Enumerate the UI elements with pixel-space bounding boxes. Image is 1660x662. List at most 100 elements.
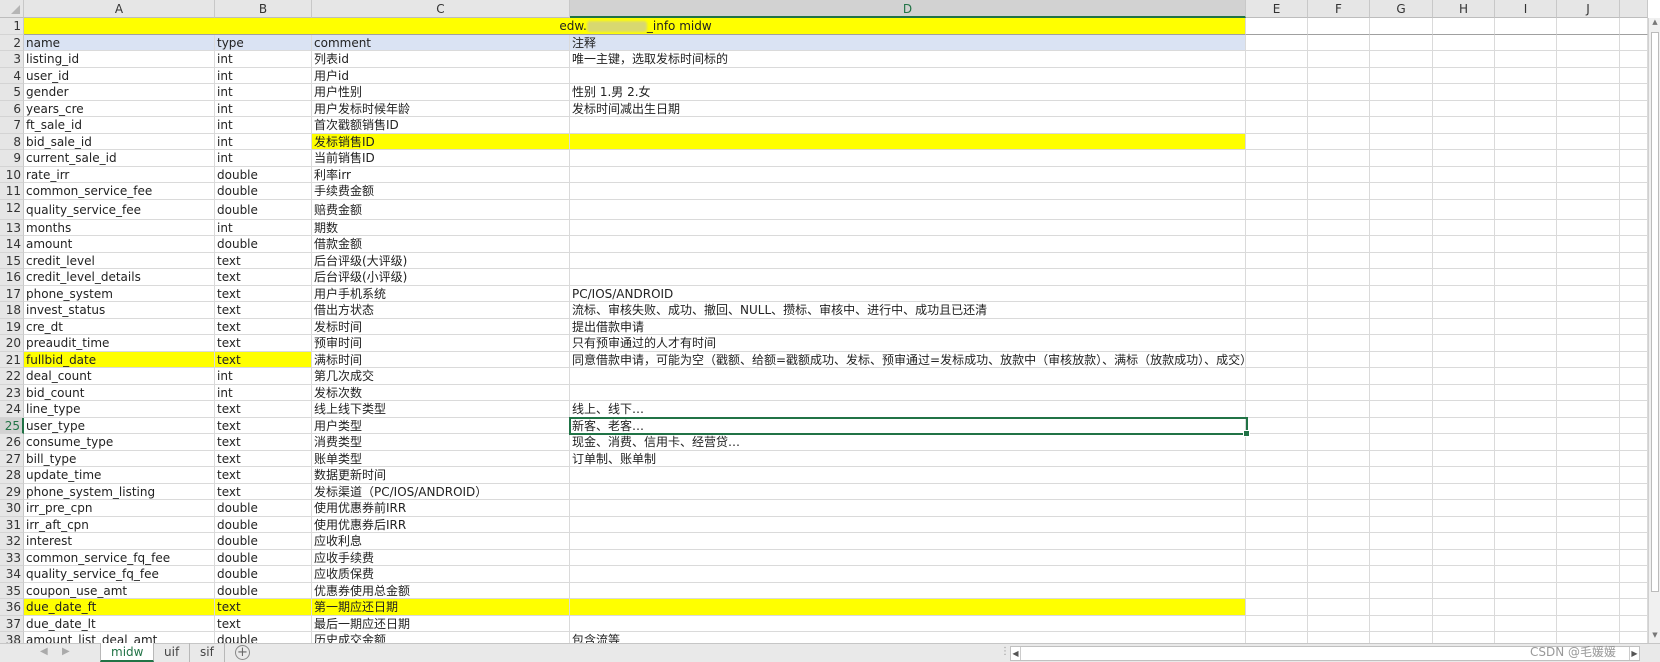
cell-type[interactable]: int — [215, 150, 312, 167]
cell-comment[interactable]: 借出方状态 — [312, 302, 570, 319]
cell-comment[interactable]: 应收利息 — [312, 533, 570, 550]
cell[interactable] — [1370, 18, 1433, 35]
cell[interactable] — [1620, 252, 1648, 269]
cell[interactable] — [1433, 67, 1495, 84]
cell[interactable] — [1246, 533, 1308, 550]
cell[interactable] — [1246, 100, 1308, 117]
row-header[interactable]: 17 — [0, 285, 24, 302]
cell-comment[interactable]: 应收质保费 — [312, 566, 570, 583]
row-header[interactable]: 32 — [0, 533, 24, 550]
cell[interactable] — [1308, 269, 1370, 286]
cell[interactable] — [1308, 219, 1370, 236]
cell[interactable] — [1495, 302, 1557, 319]
cell-type[interactable]: int — [215, 84, 312, 101]
cell[interactable] — [1620, 67, 1648, 84]
cell[interactable] — [1308, 450, 1370, 467]
cell-comment[interactable]: 数据更新时间 — [312, 467, 570, 484]
cell-name[interactable]: years_cre — [24, 100, 215, 117]
vertical-scrollbar[interactable]: ▲ ▼ — [1648, 18, 1660, 643]
column-header[interactable]: F — [1308, 0, 1370, 18]
cell[interactable] — [1308, 100, 1370, 117]
cell[interactable] — [1620, 632, 1648, 643]
cell[interactable] — [1308, 351, 1370, 368]
cell[interactable] — [1246, 566, 1308, 583]
cell-type[interactable]: int — [215, 368, 312, 385]
cell-note[interactable]: 同意借款申请，可能为空（戳额、给额=戳额成功、发标、预审通过=发标成功、放款中（… — [570, 351, 1252, 368]
cell[interactable] — [1433, 269, 1495, 286]
cell-type[interactable]: double — [215, 516, 312, 533]
cell-type[interactable]: text — [215, 269, 312, 286]
cell[interactable] — [1370, 84, 1433, 101]
cell[interactable] — [1620, 368, 1648, 385]
cell[interactable] — [1620, 351, 1648, 368]
row-header[interactable]: 36 — [0, 599, 24, 616]
cell-name[interactable]: common_service_fq_fee — [24, 549, 215, 566]
cell[interactable] — [1308, 549, 1370, 566]
cell[interactable] — [1308, 84, 1370, 101]
cell-comment[interactable]: 后台评级(大评级) — [312, 252, 570, 269]
cell[interactable] — [1246, 117, 1308, 134]
cell[interactable] — [1433, 166, 1495, 183]
cell-note[interactable] — [570, 252, 1246, 269]
cell[interactable] — [1370, 133, 1433, 150]
cell[interactable] — [1620, 417, 1648, 434]
cell-type[interactable]: text — [215, 351, 312, 368]
cell-comment[interactable]: 历史成交金额 — [312, 632, 570, 643]
cell-type[interactable]: int — [215, 67, 312, 84]
row-header[interactable]: 21 — [0, 351, 24, 368]
cell[interactable] — [1495, 582, 1557, 599]
cell[interactable] — [1495, 335, 1557, 352]
cell-name[interactable]: rate_irr — [24, 166, 215, 183]
cell[interactable] — [1246, 417, 1308, 434]
cell[interactable] — [1433, 199, 1495, 220]
cell-comment[interactable]: 发标销售ID — [312, 133, 570, 150]
cell-type[interactable]: double — [215, 199, 312, 220]
header-comment[interactable]: comment — [312, 34, 570, 51]
cell-note[interactable] — [570, 549, 1246, 566]
cell[interactable] — [1433, 219, 1495, 236]
row-header[interactable]: 27 — [0, 450, 24, 467]
cell-type[interactable]: text — [215, 318, 312, 335]
cell-note[interactable] — [570, 566, 1246, 583]
cell[interactable] — [1620, 51, 1648, 68]
cell[interactable] — [1495, 483, 1557, 500]
header-note[interactable]: 注释 — [570, 34, 1246, 51]
cell[interactable] — [1557, 318, 1620, 335]
cell-type[interactable]: text — [215, 434, 312, 451]
cell[interactable] — [1246, 199, 1308, 220]
sheet-tab-midw[interactable]: midw — [100, 643, 155, 662]
row-header[interactable]: 23 — [0, 384, 24, 401]
cell-note[interactable]: 发标时间减出生日期 — [570, 100, 1246, 117]
cell[interactable] — [1557, 34, 1620, 51]
cell[interactable] — [1370, 285, 1433, 302]
cell[interactable] — [1495, 632, 1557, 643]
cell[interactable] — [1370, 34, 1433, 51]
cell-comment[interactable]: 首次戳额销售ID — [312, 117, 570, 134]
row-header[interactable]: 8 — [0, 133, 24, 150]
cell[interactable] — [1433, 615, 1495, 632]
row-header[interactable]: 1 — [0, 18, 24, 35]
cell[interactable] — [1370, 67, 1433, 84]
cell[interactable] — [1620, 434, 1648, 451]
column-header[interactable]: G — [1370, 0, 1433, 18]
cell[interactable] — [1370, 302, 1433, 319]
cell-type[interactable]: text — [215, 401, 312, 418]
cell[interactable] — [1620, 166, 1648, 183]
cell-name[interactable]: coupon_use_amt — [24, 582, 215, 599]
cell-name[interactable]: bid_sale_id — [24, 133, 215, 150]
cell[interactable] — [1308, 533, 1370, 550]
cell[interactable] — [1370, 269, 1433, 286]
cell[interactable] — [1308, 566, 1370, 583]
cell[interactable] — [1246, 67, 1308, 84]
cell-note[interactable] — [570, 183, 1246, 200]
cell[interactable] — [1370, 100, 1433, 117]
cell-comment[interactable]: 当前销售ID — [312, 150, 570, 167]
cell[interactable] — [1370, 599, 1433, 616]
cell[interactable] — [1620, 150, 1648, 167]
cell-name[interactable]: fullbid_date — [24, 351, 215, 368]
row-header[interactable]: 26 — [0, 434, 24, 451]
cell[interactable] — [1370, 434, 1433, 451]
cell[interactable] — [1495, 51, 1557, 68]
cell-name[interactable]: bid_count — [24, 384, 215, 401]
row-header[interactable]: 31 — [0, 516, 24, 533]
